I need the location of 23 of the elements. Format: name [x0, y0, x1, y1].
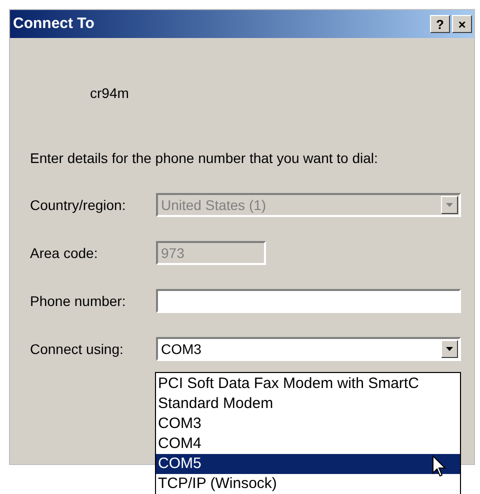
close-button[interactable]: × — [452, 15, 472, 33]
instruction-text: Enter details for the phone number that you want to dial: — [30, 149, 379, 168]
dropdown-field[interactable]: COM3 — [156, 337, 461, 361]
field-value: United States (1) — [161, 196, 266, 215]
list-item[interactable]: COM4 — [156, 434, 460, 454]
mouse-cursor-icon — [432, 455, 446, 477]
dropdown-button[interactable] — [441, 340, 458, 358]
field-label: Country/region: — [30, 196, 127, 215]
list-item[interactable]: COM3 — [156, 414, 460, 434]
list-item[interactable]: TCP/IP (Winsock) — [156, 474, 460, 494]
connection-name: cr94m — [90, 84, 130, 103]
field-value: COM3 — [161, 340, 202, 358]
field-label: Connect using: — [30, 340, 124, 359]
window-title: Connect To — [13, 14, 94, 34]
input-field[interactable] — [156, 289, 461, 313]
field-label: Area code: — [30, 244, 99, 262]
help-button[interactable]: ? — [430, 15, 450, 33]
list-item[interactable]: COM5 — [156, 454, 460, 474]
list-item[interactable]: PCI Soft Data Fax Modem with SmartC — [156, 374, 460, 394]
list-item[interactable]: Standard Modem — [156, 394, 460, 414]
caret-icon — [446, 347, 453, 351]
field-label: Phone number: — [30, 292, 127, 310]
caret-icon — [446, 203, 453, 207]
